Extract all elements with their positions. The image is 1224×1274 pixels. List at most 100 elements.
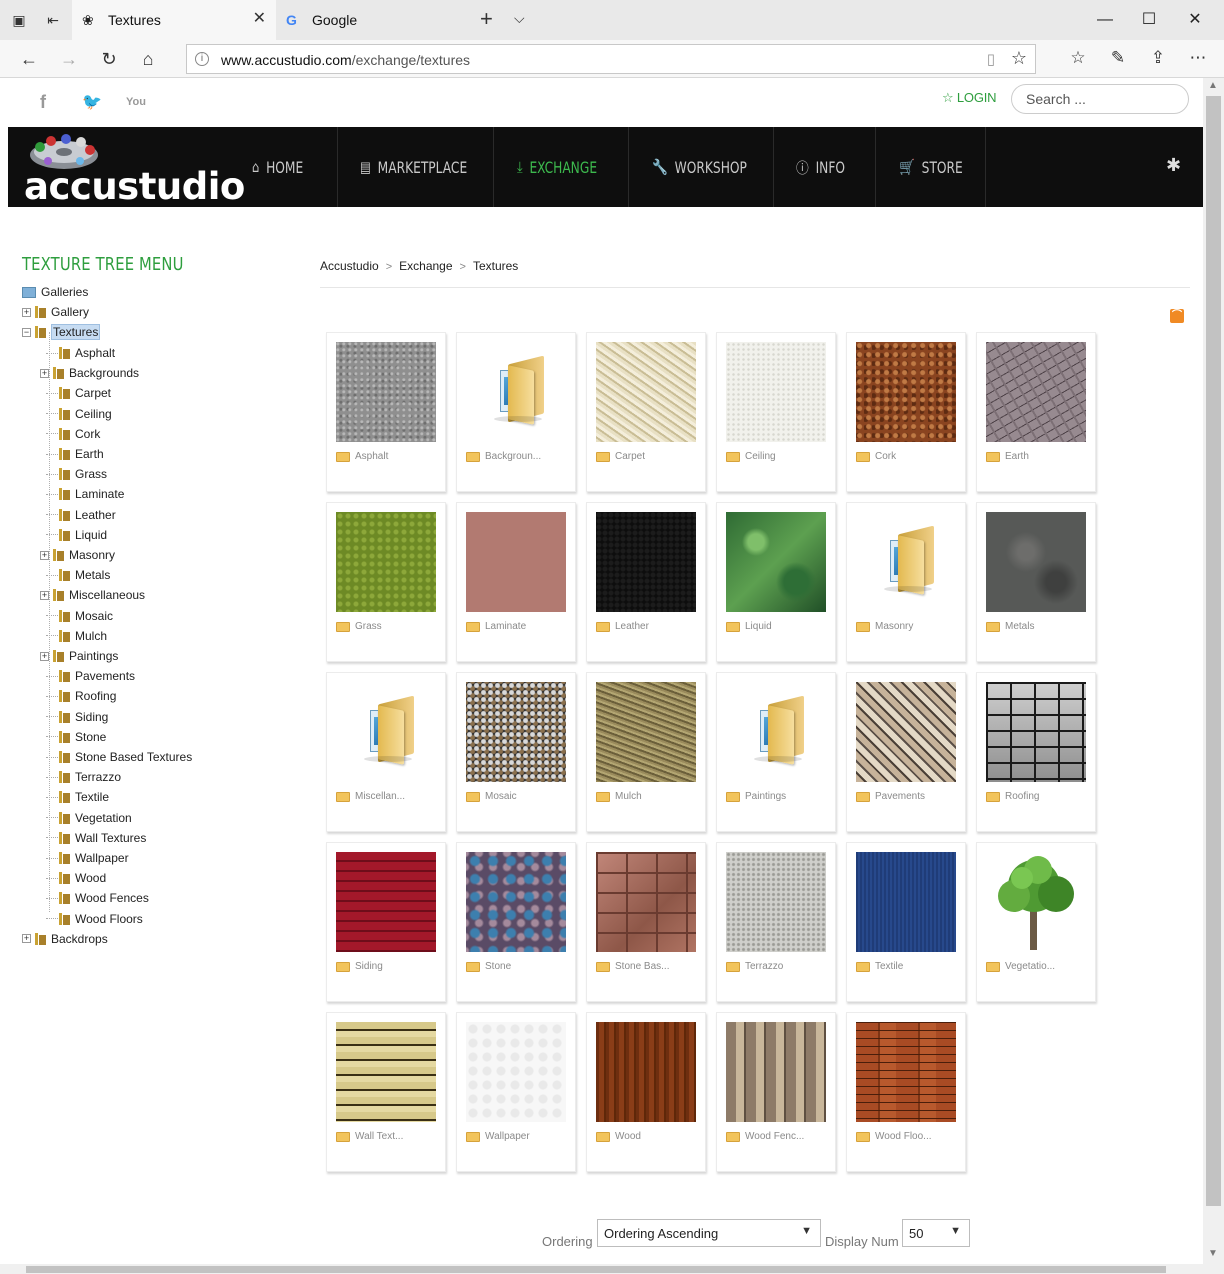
gallery-card[interactable]: Wallpaper	[456, 1012, 576, 1172]
scroll-down-icon[interactable]: ▼	[1208, 1248, 1218, 1259]
tree-node-stone[interactable]: Stone	[46, 727, 106, 747]
tree-node-wood[interactable]: Wood	[46, 868, 106, 888]
gallery-card[interactable]: Ceiling	[716, 332, 836, 492]
card-caption[interactable]: Laminate	[485, 621, 526, 632]
texture-thumbnail[interactable]	[726, 512, 826, 612]
rss-feed-icon[interactable]: ⌒	[1170, 309, 1184, 323]
texture-thumbnail[interactable]	[856, 342, 956, 442]
gallery-card[interactable]: Leather	[586, 502, 706, 662]
card-caption[interactable]: Textile	[875, 961, 903, 972]
gallery-card[interactable]: Mosaic	[456, 672, 576, 832]
gallery-card[interactable]: Metals	[976, 502, 1096, 662]
horizontal-scrollbar[interactable]	[0, 1264, 1224, 1274]
tree-node-wall-textures[interactable]: Wall Textures	[46, 828, 146, 848]
maximize-icon[interactable]: ☐	[1134, 8, 1164, 32]
texture-thumbnail[interactable]	[856, 682, 956, 782]
texture-thumbnail[interactable]	[466, 682, 566, 782]
tree-node-metals[interactable]: Metals	[46, 565, 110, 585]
favorites-list-icon[interactable]: ☆	[1066, 47, 1090, 69]
tree-node-vegetation[interactable]: Vegetation	[46, 808, 132, 828]
gallery-card[interactable]: Stone	[456, 842, 576, 1002]
nav-workshop[interactable]: 🔧 WORKSHOP	[652, 127, 747, 207]
gallery-card[interactable]: Textile	[846, 842, 966, 1002]
expand-toggle-icon[interactable]: +	[40, 550, 49, 560]
expand-toggle-icon[interactable]: +	[22, 934, 31, 944]
youtube-icon[interactable]: You	[126, 96, 146, 108]
close-window-icon[interactable]: ✕	[1180, 8, 1210, 32]
scroll-thumb[interactable]	[26, 1266, 1166, 1273]
texture-thumbnail[interactable]	[466, 512, 566, 612]
card-caption[interactable]: Masonry	[875, 621, 913, 632]
folder-thumbnail-icon[interactable]	[336, 682, 436, 782]
tree-node-masonry[interactable]: + Masonry	[40, 545, 115, 565]
texture-thumbnail[interactable]	[596, 512, 696, 612]
nav-exchange[interactable]: ⤓ EXCHANGE	[517, 127, 597, 207]
texture-thumbnail[interactable]	[466, 1022, 566, 1122]
card-caption[interactable]: Stone	[485, 961, 511, 972]
gallery-card[interactable]: Wood Fenc...	[716, 1012, 836, 1172]
tab-textures[interactable]: ❀ Textures ✕	[72, 0, 276, 40]
card-caption[interactable]: Asphalt	[355, 451, 388, 462]
gallery-card[interactable]: Mulch	[586, 672, 706, 832]
nav-home[interactable]: ⌂ HOME	[252, 127, 303, 207]
breadcrumb-exchange[interactable]: Exchange	[399, 259, 452, 273]
gallery-card[interactable]: Carpet	[586, 332, 706, 492]
gallery-card[interactable]: Laminate	[456, 502, 576, 662]
gallery-card[interactable]: Wood	[586, 1012, 706, 1172]
forward-icon[interactable]: →	[58, 48, 80, 70]
card-caption[interactable]: Roofing	[1005, 791, 1039, 802]
tree-node-pavements[interactable]: Pavements	[46, 666, 135, 686]
card-caption[interactable]: Pavements	[875, 791, 925, 802]
card-caption[interactable]: Liquid	[745, 621, 772, 632]
tree-node-ceiling[interactable]: Ceiling	[46, 404, 112, 424]
tree-node-mosaic[interactable]: Mosaic	[46, 606, 113, 626]
card-caption[interactable]: Leather	[615, 621, 649, 632]
favorite-star-icon[interactable]: ☆	[1011, 48, 1027, 69]
breadcrumb-accustudio[interactable]: Accustudio	[320, 259, 379, 273]
gallery-card[interactable]: Terrazzo	[716, 842, 836, 1002]
card-caption[interactable]: Carpet	[615, 451, 645, 462]
tree-node-cork[interactable]: Cork	[46, 424, 100, 444]
accustudio-logo[interactable]: accustudio	[22, 129, 245, 208]
card-caption[interactable]: Wood Fenc...	[745, 1131, 804, 1142]
gallery-card[interactable]: Wall Text...	[326, 1012, 446, 1172]
texture-thumbnail[interactable]	[986, 342, 1086, 442]
texture-thumbnail[interactable]	[856, 852, 956, 952]
close-tab-icon[interactable]: ✕	[253, 10, 266, 28]
texture-thumbnail[interactable]	[336, 852, 436, 952]
more-options-icon[interactable]: ⋯	[1186, 47, 1210, 69]
tree-node-paintings[interactable]: + Paintings	[40, 646, 118, 666]
gallery-card[interactable]: Masonry	[846, 502, 966, 662]
tree-node-miscellaneous[interactable]: + Miscellaneous	[40, 585, 145, 605]
folder-thumbnail-icon[interactable]	[726, 682, 826, 782]
tree-node-liquid[interactable]: Liquid	[46, 525, 107, 545]
tree-node-stone-based-textures[interactable]: Stone Based Textures	[46, 747, 192, 767]
nav-asterisk-icon[interactable]: ✱	[1166, 155, 1181, 176]
tree-node-galleries[interactable]: Galleries	[22, 282, 88, 302]
texture-thumbnail[interactable]	[596, 682, 696, 782]
nav-store[interactable]: 🛒 STORE	[899, 127, 963, 207]
facebook-icon[interactable]: f	[40, 92, 46, 113]
expand-toggle-icon[interactable]: +	[22, 307, 31, 317]
tab-actions-icon[interactable]: ▣	[10, 11, 28, 29]
texture-thumbnail[interactable]	[596, 1022, 696, 1122]
gallery-card[interactable]: Backgroun...	[456, 332, 576, 492]
gallery-card[interactable]: Liquid	[716, 502, 836, 662]
gallery-card[interactable]: Roofing	[976, 672, 1096, 832]
gallery-card[interactable]: Pavements	[846, 672, 966, 832]
gallery-card[interactable]: Grass	[326, 502, 446, 662]
card-caption[interactable]: Grass	[355, 621, 382, 632]
texture-thumbnail[interactable]	[726, 1022, 826, 1122]
card-caption[interactable]: Wood Floo...	[875, 1131, 932, 1142]
tree-node-leather[interactable]: Leather	[46, 505, 116, 525]
tab-preview-chevron-icon[interactable]: ⌵	[514, 10, 525, 27]
gallery-card[interactable]: Vegetatio...	[976, 842, 1096, 1002]
card-caption[interactable]: Metals	[1005, 621, 1034, 632]
refresh-icon[interactable]: ↻	[98, 48, 120, 70]
scroll-up-icon[interactable]: ▲	[1208, 80, 1218, 91]
scroll-thumb[interactable]	[1206, 96, 1221, 1206]
back-icon[interactable]: ←	[18, 48, 40, 70]
ordering-select[interactable]: Ordering Ascending ▼	[597, 1219, 821, 1247]
texture-thumbnail[interactable]	[466, 852, 566, 952]
card-caption[interactable]: Mulch	[615, 791, 642, 802]
